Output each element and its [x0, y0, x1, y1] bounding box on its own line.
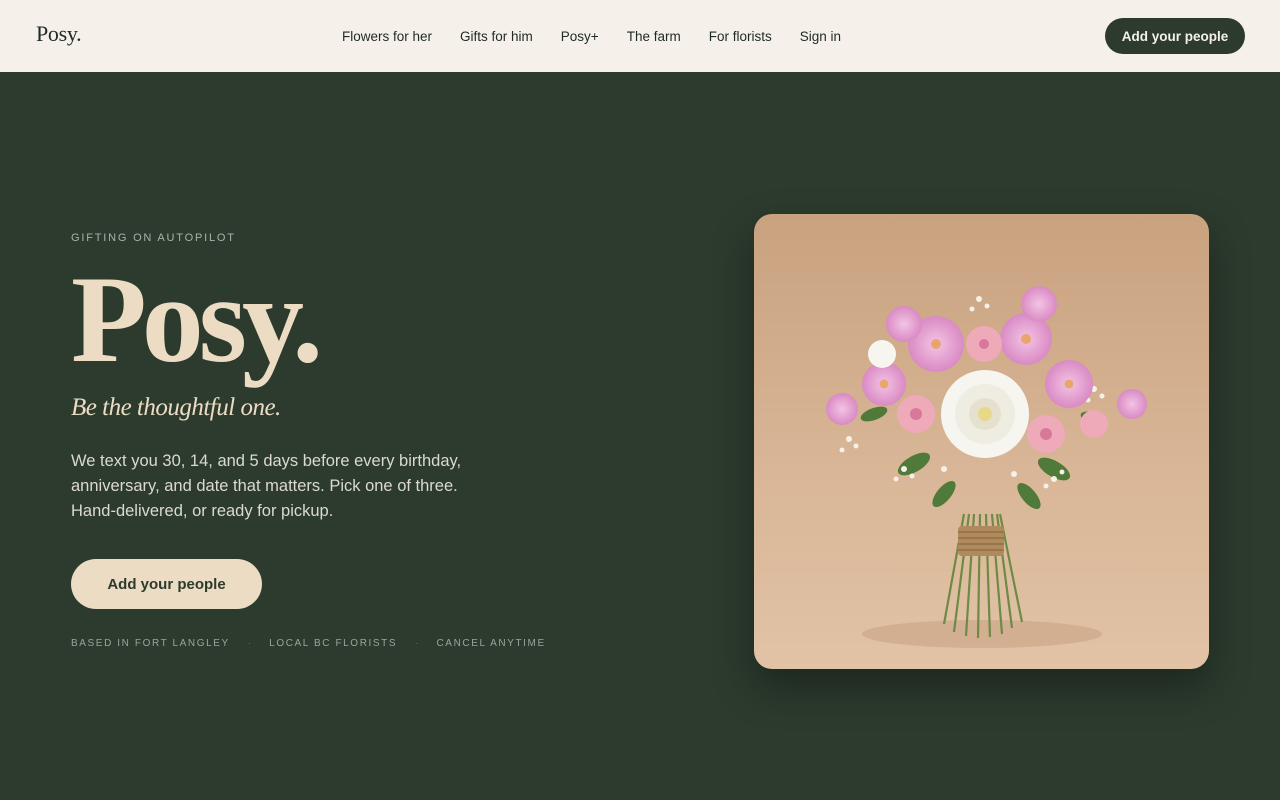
hero-add-your-people-button[interactable]: Add your people — [71, 559, 262, 609]
nav-link-gifts-for-him[interactable]: Gifts for him — [460, 29, 533, 44]
hero-tagline: Be the thoughtful one. — [71, 394, 281, 421]
badge-fort-langley: BASED IN FORT LANGLEY — [71, 638, 230, 649]
badge-cancel-anytime: CANCEL ANYTIME — [436, 638, 546, 649]
badge-separator: · — [247, 638, 252, 649]
top-nav: Posy. Flowers for her Gifts for him Posy… — [0, 0, 1280, 72]
hero-description: We text you 30, 14, and 5 days before ev… — [71, 452, 462, 520]
nav-link-posy-plus[interactable]: Posy+ — [561, 29, 599, 44]
trust-badges: BASED IN FORT LANGLEY · LOCAL BC FLORIST… — [71, 638, 546, 649]
logo[interactable]: Posy. — [36, 21, 82, 47]
hero-eyebrow: GIFTING ON AUTOPILOT — [71, 232, 236, 244]
badge-local-florists: LOCAL BC FLORISTS — [269, 638, 398, 649]
nav-link-sign-in[interactable]: Sign in — [800, 29, 841, 44]
nav-link-flowers-for-her[interactable]: Flowers for her — [342, 29, 432, 44]
nav-link-for-florists[interactable]: For florists — [709, 29, 772, 44]
nav-links: Flowers for her Gifts for him Posy+ The … — [342, 0, 841, 72]
badge-separator: · — [415, 638, 419, 649]
nav-link-the-farm[interactable]: The farm — [627, 29, 681, 44]
bouquet-photo — [754, 214, 1209, 669]
nav-add-your-people-button[interactable]: Add your people — [1105, 18, 1245, 54]
hero-title: Posy. — [71, 251, 323, 388]
